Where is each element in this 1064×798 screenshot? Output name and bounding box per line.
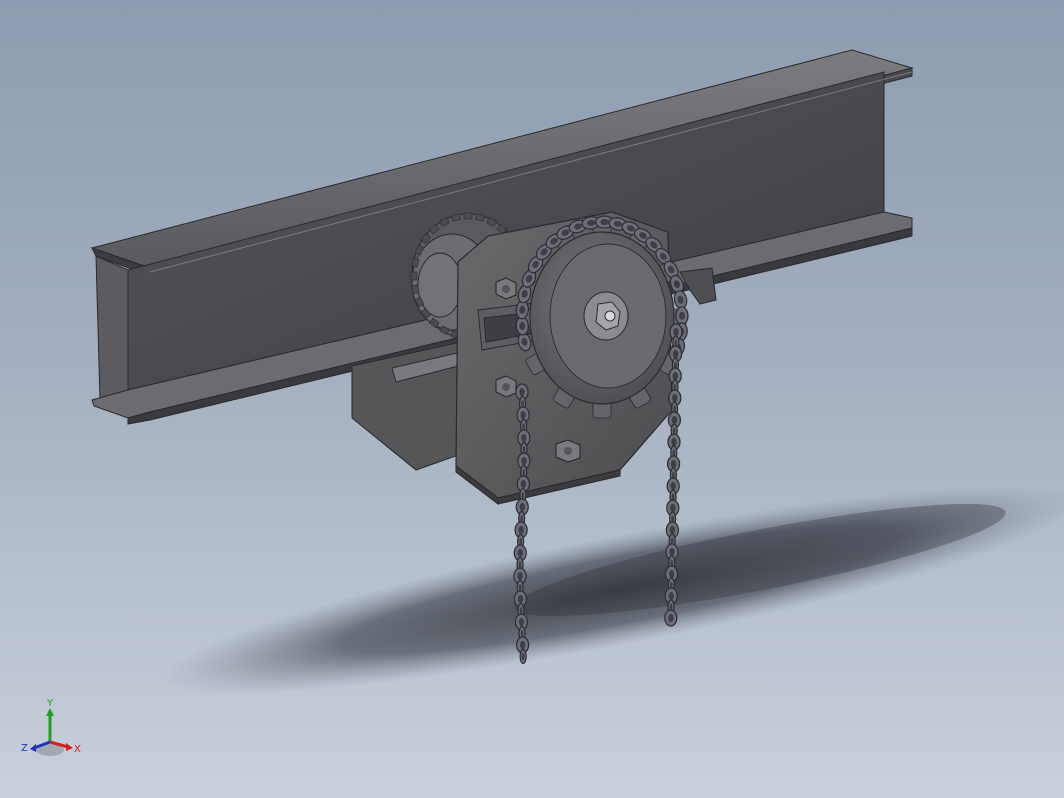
chain-link-hole <box>521 434 527 442</box>
chain-link-hole <box>672 372 678 380</box>
chain-link-hole <box>668 592 674 600</box>
chain-link-hole <box>522 423 525 430</box>
chain-link-hole <box>519 503 525 511</box>
chain-link-hole <box>519 607 523 614</box>
chain-link-hole <box>670 460 677 468</box>
chain-link-hole <box>669 548 675 556</box>
chain-link-hole <box>521 457 527 465</box>
chain-link-hole <box>518 584 522 591</box>
view-orientation-triad[interactable]: Y X Z <box>21 698 81 756</box>
chain-link-hole <box>669 526 676 534</box>
chain-link-hole <box>671 416 678 424</box>
chain-link-hole <box>521 653 525 660</box>
chain-link-hole <box>522 446 526 453</box>
triad-z-arrow <box>30 744 36 752</box>
chain-link-hole <box>670 482 676 490</box>
chain-link-hole <box>522 469 526 476</box>
chain-link-hole <box>519 388 525 396</box>
chain-link-hole <box>519 641 526 649</box>
chain-link-hole <box>517 595 524 603</box>
chain-link-hole <box>518 561 522 568</box>
chain-link-hole <box>518 526 524 534</box>
chain-link-hole <box>519 538 522 545</box>
ground-shadow <box>158 485 1064 695</box>
model-view[interactable]: Y X Z <box>0 0 1064 798</box>
triad-x-label: X <box>74 744 81 755</box>
chain-link-hole <box>668 614 674 622</box>
chain-link-hole <box>520 515 524 522</box>
chain-link-hole <box>520 480 527 488</box>
gear-tooth <box>463 212 473 220</box>
chain-link-hole <box>521 492 525 499</box>
chain-link-hole <box>672 350 679 358</box>
chain-link-hole <box>668 570 675 578</box>
chain-link-hole <box>520 411 526 419</box>
chain-link-hole <box>521 400 524 407</box>
triad-y-label: Y <box>46 698 54 709</box>
bolt-lower <box>555 439 581 463</box>
chain-link-hole <box>517 572 523 580</box>
triad-y-arrow <box>46 708 54 716</box>
triad-z-label: Z <box>21 743 28 754</box>
chain-link-hole <box>518 618 525 626</box>
chain-link-hole <box>520 630 524 637</box>
bolt-upper <box>495 277 517 300</box>
bolt-middle <box>495 375 517 398</box>
chain-link-hole <box>517 549 523 557</box>
chain-link-hole <box>672 394 678 402</box>
gear-tooth <box>410 271 418 281</box>
graphics-viewport[interactable]: Y X Z <box>0 0 1064 798</box>
chain-link-hole <box>670 504 676 512</box>
chain-link-hole <box>671 438 677 446</box>
chain-link-hole <box>673 328 679 336</box>
hub-nut <box>583 291 629 341</box>
triad-x-arrow <box>66 743 73 751</box>
